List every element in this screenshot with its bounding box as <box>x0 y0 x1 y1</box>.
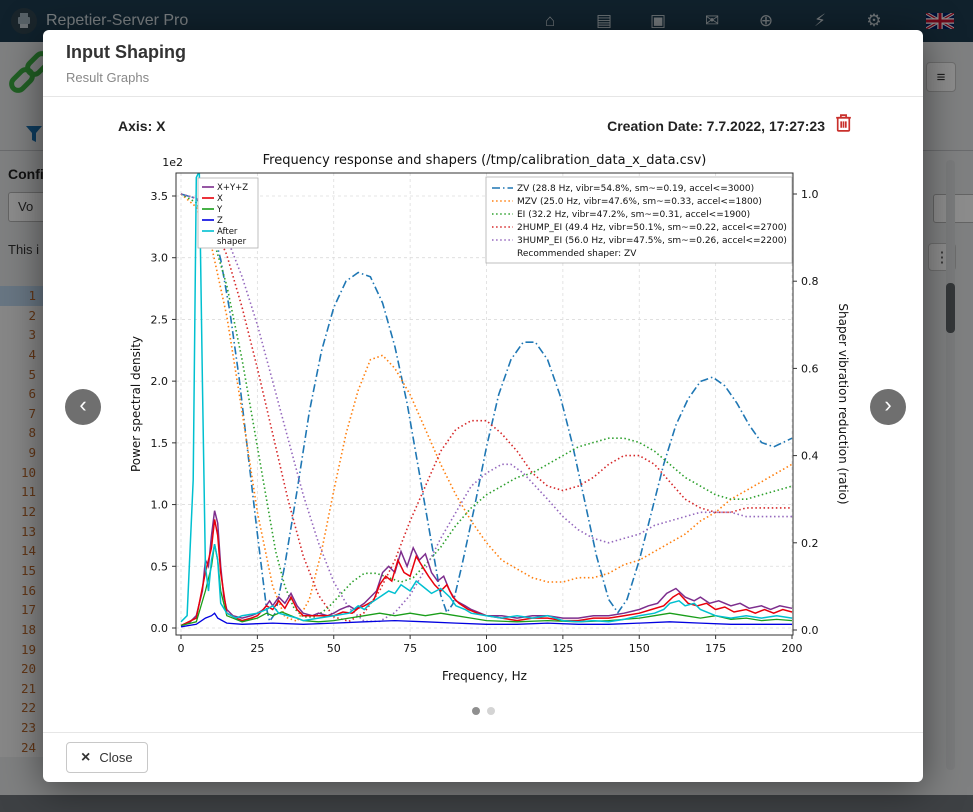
svg-text:EI (32.2 Hz, vibr=47.2%, sm~=0: EI (32.2 Hz, vibr=47.2%, sm~=0.31, accel… <box>517 210 750 220</box>
svg-text:0.6: 0.6 <box>801 362 819 375</box>
svg-text:Recommended shaper: ZV: Recommended shaper: ZV <box>517 249 637 259</box>
carousel-prev-button[interactable]: ‹ <box>65 389 101 425</box>
svg-text:Y: Y <box>216 205 223 215</box>
carousel-dot[interactable] <box>487 707 495 715</box>
svg-text:25: 25 <box>250 642 264 655</box>
svg-text:Frequency, Hz: Frequency, Hz <box>442 669 527 683</box>
input-shaping-modal: Input Shaping Result Graphs Axis: X Crea… <box>43 30 923 782</box>
svg-text:0: 0 <box>178 642 185 655</box>
axis-label: Axis: X <box>118 118 165 134</box>
svg-text:200: 200 <box>782 642 803 655</box>
carousel-dots <box>43 707 923 715</box>
svg-text:50: 50 <box>327 642 341 655</box>
svg-text:3.0: 3.0 <box>151 252 169 265</box>
modal-title: Input Shaping <box>66 42 186 63</box>
svg-text:ZV (28.8 Hz, vibr=54.8%, sm~=0: ZV (28.8 Hz, vibr=54.8%, sm~=0.19, accel… <box>517 184 754 194</box>
chevron-left-icon: ‹ <box>79 392 86 418</box>
result-meta-row: Axis: X Creation Date: 7.7.2022, 17:27:2… <box>118 113 852 138</box>
svg-text:1.0: 1.0 <box>151 499 169 512</box>
svg-text:Power spectral density: Power spectral density <box>129 336 143 472</box>
svg-text:100: 100 <box>476 642 497 655</box>
carousel-next-button[interactable]: › <box>870 389 906 425</box>
frequency-response-chart: 0 25 50 75 100 125 150 175 200 0.0 0.5 1.0 1.5 2.0 2.5… <box>118 148 852 697</box>
svg-text:3.5: 3.5 <box>151 190 169 203</box>
svg-text:After: After <box>217 227 238 237</box>
chevron-right-icon: › <box>884 392 891 418</box>
creation-group: Creation Date: 7.7.2022, 17:27:23 <box>607 113 852 138</box>
close-label: Close <box>99 750 132 765</box>
svg-text:0.5: 0.5 <box>151 560 169 573</box>
svg-text:0.2: 0.2 <box>801 537 819 550</box>
creation-date-label: Creation Date: 7.7.2022, 17:27:23 <box>607 118 825 134</box>
svg-text:2.0: 2.0 <box>151 375 169 388</box>
close-button[interactable]: × Close <box>66 742 148 773</box>
modal-subtitle: Result Graphs <box>66 70 149 85</box>
svg-text:1.0: 1.0 <box>801 188 819 201</box>
modal-body: Axis: X Creation Date: 7.7.2022, 17:27:2… <box>43 96 923 733</box>
svg-text:shaper: shaper <box>217 237 247 247</box>
chart-svg: 0 25 50 75 100 125 150 175 200 0.0 0.5 1.0 1.5 2.0 2.5… <box>118 148 852 697</box>
svg-text:MZV (25.0 Hz, vibr=47.6%, sm~=: MZV (25.0 Hz, vibr=47.6%, sm~=0.33, acce… <box>517 197 762 207</box>
svg-text:75: 75 <box>403 642 417 655</box>
svg-text:Z: Z <box>217 216 223 226</box>
svg-text:3HUMP_EI (56.0 Hz, vibr=47.5%,: 3HUMP_EI (56.0 Hz, vibr=47.5%, sm~=0.26,… <box>517 236 787 246</box>
svg-text:X: X <box>217 194 223 204</box>
svg-text:1.5: 1.5 <box>151 437 169 450</box>
svg-text:X+Y+Z: X+Y+Z <box>217 183 248 193</box>
svg-text:175: 175 <box>705 642 726 655</box>
svg-text:2HUMP_EI (49.4 Hz, vibr=50.1%,: 2HUMP_EI (49.4 Hz, vibr=50.1%, sm~=0.22,… <box>517 223 787 233</box>
svg-text:150: 150 <box>629 642 650 655</box>
close-icon: × <box>81 750 90 766</box>
svg-text:Frequency response and shapers: Frequency response and shapers (/tmp/cal… <box>263 153 707 168</box>
svg-text:0.0: 0.0 <box>151 622 169 635</box>
svg-text:125: 125 <box>552 642 573 655</box>
modal-header: Input Shaping Result Graphs <box>43 30 923 97</box>
carousel-dot[interactable] <box>472 707 480 715</box>
delete-result-button[interactable] <box>835 113 852 138</box>
svg-text:Shaper vibration reduction (ra: Shaper vibration reduction (ratio) <box>836 303 850 504</box>
modal-footer: × Close <box>43 732 923 782</box>
svg-text:1e2: 1e2 <box>162 156 183 169</box>
svg-text:0.0: 0.0 <box>801 624 819 637</box>
svg-text:2.5: 2.5 <box>151 313 169 326</box>
svg-text:0.8: 0.8 <box>801 275 819 288</box>
svg-text:0.4: 0.4 <box>801 450 819 463</box>
